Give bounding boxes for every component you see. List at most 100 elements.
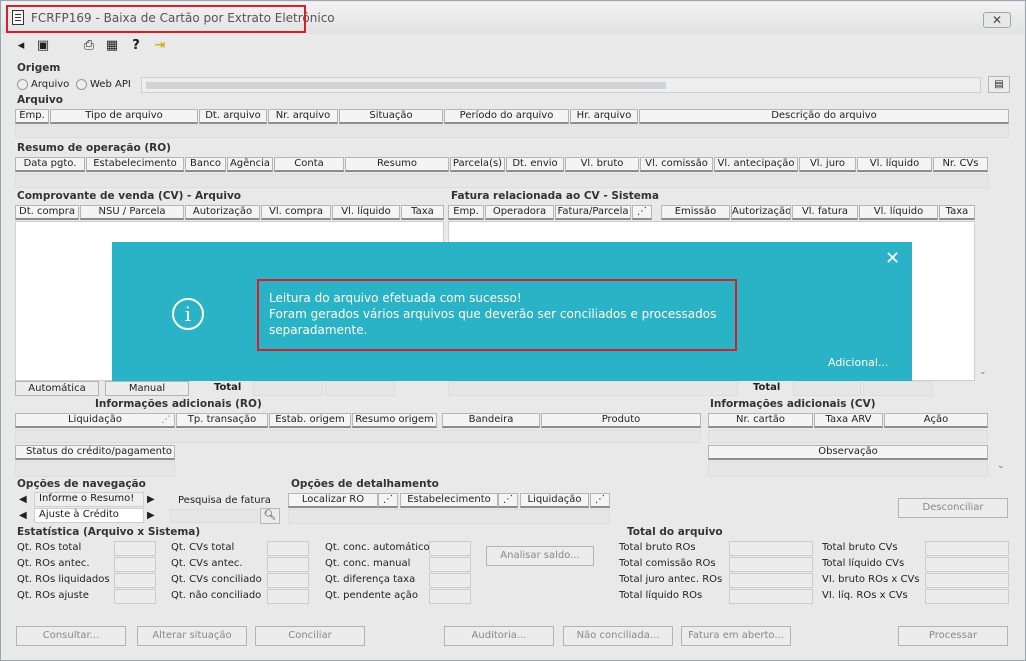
help-icon[interactable]: ? [127,38,145,54]
detalhamento-row[interactable] [288,509,610,524]
detalhamento-header-1[interactable]: Estabelecimento [400,493,498,508]
fatura-header-6[interactable]: Vl. líquido [859,205,938,220]
nao-conciliada-button[interactable]: Não conciliada... [563,626,673,646]
processar-button[interactable]: Processar [898,626,1008,646]
print-icon[interactable]: ⎙ [80,38,98,54]
nav-item-ajuste[interactable]: Ajuste à Crédito [34,508,144,523]
info-scrollbar[interactable]: ⌄ [994,399,1007,479]
resumo-header-2[interactable]: Banco [185,157,226,172]
conciliar-button[interactable]: Conciliar [255,626,365,646]
stat-value [114,557,156,572]
pesquisa-fatura-input[interactable] [170,509,258,523]
info-ro-header-1[interactable]: Tp. transação [176,413,268,428]
auditoria-button[interactable]: Auditoria... [444,626,554,646]
radio-arquivo-label: Arquivo [31,79,70,90]
status-credito-value [15,461,175,477]
automatica-button[interactable]: Automática [15,381,99,396]
fatura-total-liquido [863,381,933,396]
detalhamento-header-0[interactable]: Localizar RO [288,493,378,508]
fatura-header-5[interactable]: Vl. fatura [792,205,858,220]
forward-icon[interactable]: ▣ [34,38,52,54]
arquivo-header-1[interactable]: Tipo de arquivo [50,109,198,124]
info-cv-row[interactable] [708,430,988,443]
detalhamento-header-2[interactable]: Liquidação [520,493,589,508]
nav-left-icon-2[interactable]: ◀ [19,510,27,521]
back-icon[interactable]: ◂ [12,38,30,54]
nav-right-icon[interactable]: ▶ [147,494,155,505]
resumo-header-6[interactable]: Parcela(s) [450,157,505,172]
resumo-header-13[interactable]: Nr. CVs [933,157,988,172]
resumo-header-8[interactable]: Vl. bruto [565,157,639,172]
nav-right-icon-2[interactable]: ▶ [147,510,155,521]
stat-value [114,589,156,604]
info-ro-header-0[interactable]: Liquidação [15,413,175,428]
resumo-header-10[interactable]: Vl. antecipação [714,157,798,172]
cv-header-1[interactable]: NSU / Parcela [80,205,184,220]
grid-icon[interactable]: ▦ [103,38,121,54]
resumo-header-7[interactable]: Dt. envio [506,157,564,172]
fatura-header-7[interactable]: Taxa [939,205,975,220]
resumo-header-1[interactable]: Estabelecimento [86,157,184,172]
cv-header-0[interactable]: Dt. compra [15,205,79,220]
resumo-header-9[interactable]: Vl. comissão [640,157,713,172]
consultar-button[interactable]: Consultar... [16,626,126,646]
info-cv-header-2[interactable]: Ação [884,413,988,428]
alterar-situacao-button[interactable]: Alterar situação [137,626,247,646]
resumo-header-0[interactable]: Data pgto. [15,157,85,172]
nav-item-resumo[interactable]: Informe o Resumo! [34,492,144,507]
desconciliar-button[interactable]: Desconciliar [898,498,1008,518]
fatura-header-3[interactable]: Emissão [661,205,730,220]
close-icon[interactable]: ✕ [885,250,900,268]
liquidacao-sort-icon[interactable]: ⋰ [159,414,173,427]
info-cv-header-1[interactable]: Taxa ARV [814,413,883,428]
stat-label: Qt. CVs antec. [171,558,243,569]
arquivo-header-7[interactable]: Descrição do arquivo [639,109,1009,124]
sort-icon[interactable]: ⋰ [632,205,652,220]
arquivo-header-6[interactable]: Hr. arquivo [570,109,638,124]
radio-webapi[interactable] [76,79,87,90]
close-window-button[interactable]: ✕ [983,12,1011,28]
analisar-saldo-button[interactable]: Analisar saldo... [486,546,594,566]
arquivo-row[interactable] [15,125,1009,138]
search-icon[interactable]: 🔍︎ [260,508,280,524]
cv-header-4[interactable]: Vl. líquido [332,205,400,220]
arquivo-header-4[interactable]: Situação [339,109,443,124]
arquivo-header-5[interactable]: Período do arquivo [444,109,569,124]
resumo-header-5[interactable]: Resumo [345,157,449,172]
fatura-header-4[interactable]: Autorização [731,205,791,220]
cv-header-5[interactable]: Taxa [401,205,444,220]
resumo-row[interactable] [15,174,989,188]
info-ro-header-5[interactable]: Produto [541,413,701,428]
file-path-field[interactable] [141,77,981,93]
fatura-scrollbar[interactable]: ⌄ [976,221,989,381]
exit-icon[interactable]: ⇥ [151,38,169,54]
resumo-header-4[interactable]: Conta [274,157,344,172]
manual-button[interactable]: Manual [105,381,189,396]
arquivo-header-0[interactable]: Emp. [15,109,49,124]
cv-header-3[interactable]: Vl. compra [261,205,331,220]
info-cv-header-0[interactable]: Nr. cartão [708,413,813,428]
arquivo-header-3[interactable]: Nr. arquivo [268,109,338,124]
resumo-header-11[interactable]: Vl. juro [799,157,856,172]
sort-icon[interactable]: ⋰ [498,493,518,508]
adicional-link[interactable]: Adicional... [828,356,888,369]
nav-left-icon[interactable]: ◀ [19,494,27,505]
info-ro-header-2[interactable]: Estab. origem [269,413,351,428]
fatura-em-aberto-button[interactable]: Fatura em aberto... [681,626,791,646]
cv-header-2[interactable]: Autorização [185,205,260,220]
stat-value [267,541,309,556]
fatura-header-0[interactable]: Emp. [448,205,484,220]
sort-icon[interactable]: ⋰ [378,493,398,508]
info-ro-row[interactable] [15,430,701,443]
fatura-header-2[interactable]: Fatura/Parcela [555,205,631,220]
fatura-header-1[interactable]: Operadora [485,205,554,220]
resumo-header-3[interactable]: Agência [227,157,273,172]
info-ro-header-4[interactable]: Bandeira [442,413,540,428]
sort-icon[interactable]: ⋰ [590,493,610,508]
radio-arquivo[interactable] [17,79,28,90]
resumo-header-12[interactable]: Vl. líquido [857,157,932,172]
info-icon: i [172,298,204,330]
arquivo-header-2[interactable]: Dt. arquivo [199,109,267,124]
info-ro-header-3[interactable]: Resumo origem [352,413,437,428]
browse-file-icon[interactable]: ▤ [988,76,1010,93]
